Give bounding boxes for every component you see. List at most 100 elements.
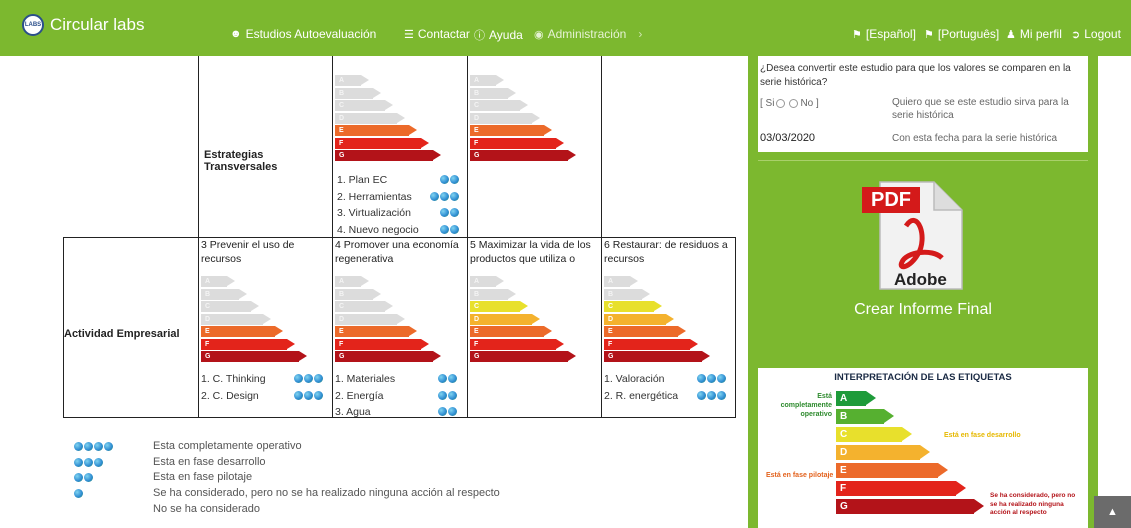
- list-item[interactable]: 2. Herramientas: [335, 189, 460, 206]
- grade-bar-f: F: [470, 338, 564, 350]
- grade-arrow: [956, 481, 966, 495]
- grade-bar-b: B: [335, 87, 381, 99]
- globe-icon: [94, 457, 103, 467]
- grade-letter: F: [840, 483, 847, 494]
- grade-arrow: [433, 150, 441, 160]
- globe-icon: [707, 374, 716, 383]
- pdf-icon[interactable]: PDF Adobe: [858, 178, 968, 296]
- grade-bar-d: D: [335, 112, 405, 124]
- list-item[interactable]: 2. C. Design: [199, 388, 324, 405]
- nav-contactar-label: Contactar: [417, 27, 470, 41]
- brand[interactable]: LABS Circular labs: [22, 14, 144, 36]
- grade-arrow: [520, 301, 528, 311]
- grade-letter: D: [205, 315, 211, 323]
- nav-ayuda[interactable]: ⓘ Ayuda: [474, 27, 523, 43]
- globe-icon: [450, 224, 459, 234]
- user-icon: ♟: [1006, 28, 1016, 41]
- interp-bar-e: E: [836, 463, 948, 478]
- lang-portugues-label: [Português]: [937, 27, 1000, 41]
- grade-bar-d: D: [470, 112, 540, 124]
- cell-title: 3 Prevenir el uso de recursos: [201, 239, 295, 265]
- lang-portugues[interactable]: ⚑ [Português]: [924, 27, 999, 41]
- list-item[interactable]: 2. R. energética: [602, 388, 727, 405]
- mi-perfil[interactable]: ♟ Mi perfil: [1006, 27, 1062, 41]
- list-item-label: 2. C. Design: [201, 389, 259, 402]
- list-item[interactable]: 3. Agua: [333, 404, 458, 421]
- grade-bar-b: B: [335, 288, 381, 300]
- globe-icon: [84, 457, 93, 467]
- status-icon: [74, 489, 83, 499]
- grade-bar-e: E: [335, 125, 417, 136]
- interp-bar-f: F: [836, 481, 966, 496]
- grade-letter: A: [339, 278, 345, 285]
- nav-contactar[interactable]: ☰ Contactar: [404, 27, 470, 41]
- grade-arrow: [421, 338, 429, 349]
- cell-r1c2: ABCDEFG 1. Plan EC 2. Herramientas 3. Virt…: [332, 56, 468, 238]
- radio-close-label: No ]: [800, 98, 819, 109]
- date-field[interactable]: 03/03/2020: [760, 132, 815, 144]
- interpretation-panel: INTERPRETACIÓN DE LAS ETIQUETAS ABCDEFG …: [758, 368, 1088, 528]
- status-icon: [440, 175, 459, 184]
- radio-no[interactable]: [789, 99, 799, 108]
- grade-arrow: [361, 75, 369, 85]
- status-icon: [294, 374, 323, 383]
- grade-arrow: [227, 276, 235, 286]
- grade-bar-g: G: [201, 351, 307, 362]
- grade-letter: C: [339, 102, 345, 109]
- cell-r1c1: Estrategias Transversales: [198, 56, 333, 238]
- chevron-right-icon: ›: [638, 27, 643, 41]
- list-item[interactable]: 3. Virtualización: [335, 205, 460, 222]
- grade-bar-e: E: [201, 326, 283, 337]
- interpretation-title: INTERPRETACIÓN DE LAS ETIQUETAS: [834, 372, 1012, 383]
- grade-bar-f: F: [335, 137, 429, 149]
- globe-icon: [448, 407, 457, 416]
- grade-arrow: [920, 445, 930, 459]
- grade-arrow: [938, 463, 948, 477]
- status-icon: [697, 390, 726, 400]
- list-item[interactable]: 2. Energía: [333, 388, 458, 405]
- grade-arrow: [556, 137, 564, 148]
- list-item[interactable]: 1. Plan EC: [335, 172, 460, 189]
- cell-r2c1: 3 Prevenir el uso de recursos ABCDEFG 1.…: [198, 237, 333, 418]
- globe-icon: [438, 407, 447, 416]
- radio-si[interactable]: [776, 99, 786, 108]
- radio-hint: Quiero que se este estudio sirva para la…: [892, 97, 1069, 121]
- grade-arrow: [496, 276, 504, 286]
- users-icon: ☻: [230, 28, 242, 40]
- globe-icon: [697, 374, 706, 383]
- globe-icon: [438, 390, 447, 400]
- grade-letter: G: [608, 353, 614, 360]
- list-item[interactable]: 1. C. Thinking: [199, 371, 324, 388]
- item-list: 1. Plan EC 2. Herramientas 3. Virtualizaci…: [335, 172, 460, 238]
- grade-bar-e: E: [470, 326, 552, 337]
- grade-bar-b: B: [604, 288, 650, 300]
- crear-informe-link[interactable]: Crear Informe Final: [748, 301, 1098, 319]
- scroll-top-button[interactable]: ▲: [1094, 496, 1131, 528]
- grade-letter: C: [608, 303, 614, 310]
- list-item[interactable]: 1. Materiales: [333, 371, 458, 388]
- grade-arrow: [974, 499, 984, 513]
- globe-icon: [697, 390, 706, 400]
- list-item-label: 4. Nuevo negocio: [337, 223, 419, 236]
- lang-espanol-label: [Español]: [865, 27, 916, 41]
- grade-bar-c: C: [470, 301, 528, 312]
- nav-administracion[interactable]: ◉ Administración ›: [534, 27, 642, 41]
- globe-icon: [440, 175, 449, 184]
- cell-title: 6 Restaurar: de residuos a recursos: [604, 239, 728, 265]
- list-item[interactable]: 4. Nuevo negocio: [335, 222, 460, 239]
- grade-bar-a: A: [335, 276, 369, 287]
- radio-open-label: [ Si: [760, 98, 775, 109]
- list-item[interactable]: 1. Valoración: [602, 371, 727, 388]
- globe-icon: [314, 374, 323, 383]
- globe-icon: [440, 208, 449, 217]
- grade-bar-a: A: [201, 276, 235, 287]
- flag-icon: ⚑: [924, 28, 934, 41]
- nav-estudios[interactable]: ☻ Estudios Autoevaluación: [230, 27, 376, 41]
- grade-arrow: [251, 301, 259, 311]
- logout[interactable]: ➲ Logout: [1071, 27, 1121, 41]
- interp-operativo: Está completamente operativo: [780, 393, 832, 418]
- grade-arrow: [508, 288, 516, 299]
- grade-letter: G: [840, 501, 848, 512]
- lang-espanol[interactable]: ⚑ [Español]: [852, 27, 916, 41]
- historic-question: ¿Desea convertir este estudio para que l…: [760, 63, 1071, 88]
